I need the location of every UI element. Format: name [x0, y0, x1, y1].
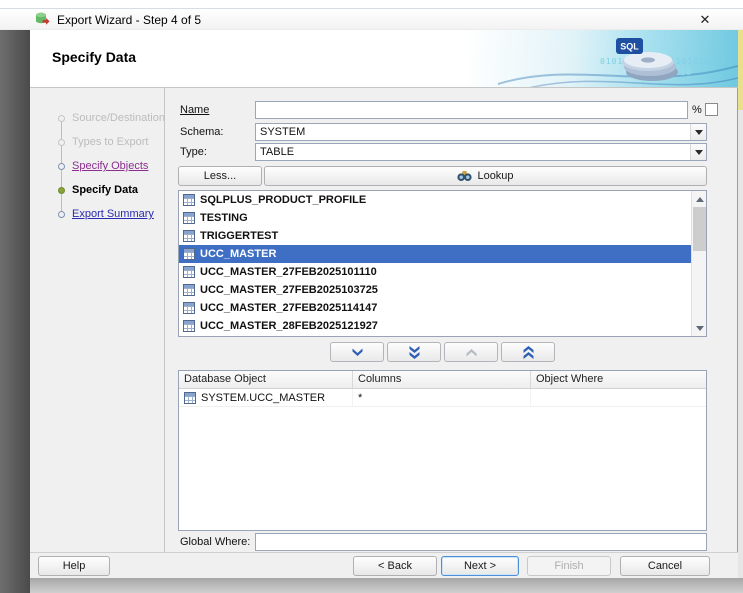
table-icon	[184, 391, 196, 404]
schema-select[interactable]: SYSTEM	[255, 123, 707, 141]
step-bullet-icon	[58, 186, 65, 194]
list-item[interactable]: TRIGGERTEST	[179, 227, 706, 245]
page-title: Specify Data	[52, 49, 137, 65]
step-bullet-icon	[58, 114, 65, 122]
global-where-label: Global Where:	[180, 536, 251, 548]
back-button[interactable]: < Back	[353, 556, 437, 576]
sidebar-item-specify-data: Specify Data	[58, 183, 138, 197]
type-select[interactable]: TABLE	[255, 143, 707, 161]
scrollbar-up-button[interactable]	[692, 191, 706, 206]
chevron-up-icon	[466, 348, 476, 356]
list-item[interactable]: SQLPLUS_PRODUCT_PROFILE	[179, 191, 706, 209]
window-title: Export Wizard - Step 4 of 5	[57, 13, 202, 27]
lookup-button[interactable]: Lookup	[264, 166, 707, 186]
list-item[interactable]: TESTING	[179, 209, 706, 227]
chevron-down-icon[interactable]	[690, 144, 706, 160]
table-icon	[183, 230, 195, 242]
table-icon	[183, 212, 195, 224]
scrollbar-thumb[interactable]	[693, 207, 706, 251]
header-banner: 0101010101010101010101 01010101010 SQL	[468, 30, 738, 87]
move-all-up-button[interactable]	[501, 342, 555, 362]
global-where-input[interactable]	[255, 533, 707, 551]
chevron-down-icon[interactable]	[690, 124, 706, 140]
next-button[interactable]: Next >	[441, 556, 519, 576]
sidebar-item-specify-objects[interactable]: Specify Objects	[58, 159, 148, 173]
list-item[interactable]: UCC_MASTER_27FEB2025114147	[179, 299, 706, 317]
column-header-object-where[interactable]: Object Where	[531, 371, 706, 388]
table-icon	[183, 284, 195, 296]
wizard-header: 0101010101010101010101 01010101010 SQL S…	[30, 30, 738, 88]
name-input[interactable]	[255, 101, 688, 119]
export-wizard-icon	[36, 12, 50, 25]
list-item[interactable]: UCC_MASTER_28FEB2025121927	[179, 317, 706, 335]
table-row[interactable]: SYSTEM.UCC_MASTER *	[179, 389, 706, 407]
background-app-bottom	[30, 578, 743, 593]
type-label: Type:	[180, 146, 207, 158]
binoculars-icon	[457, 171, 473, 181]
table-icon	[183, 194, 195, 206]
percent-label: %	[692, 104, 702, 116]
close-button[interactable]: ✕	[694, 10, 716, 30]
list-item[interactable]: UCC_MASTER_27FEB2025103725	[179, 281, 706, 299]
background-app-edge	[738, 30, 743, 578]
available-objects-list: SQLPLUS_PRODUCT_PROFILE TESTING TRIGGERT…	[178, 190, 707, 337]
finish-button: Finish	[527, 556, 611, 576]
less-button[interactable]: Less...	[178, 166, 262, 186]
move-all-down-button[interactable]	[387, 342, 441, 362]
step-bullet-icon	[58, 138, 65, 146]
selected-objects-table: Database Object Columns Object Where SYS…	[178, 370, 707, 531]
svg-text:SQL: SQL	[620, 42, 639, 52]
export-wizard-dialog: 0101010101010101010101 01010101010 SQL S…	[30, 30, 738, 578]
sidebar-item-types-to-export: Types to Export	[58, 135, 148, 149]
name-label: Name	[180, 104, 210, 116]
double-chevron-up-icon	[523, 345, 533, 359]
column-header-columns[interactable]: Columns	[353, 371, 531, 388]
wizard-steps-panel: Source/Destination Types to Export Speci…	[30, 88, 165, 552]
dialog-footer: Help < Back Next > Finish Cancel	[30, 552, 738, 578]
step-bullet-icon	[58, 210, 65, 218]
background-app-edge-yellow	[738, 30, 743, 110]
screen: Export Wizard - Step 4 of 5 ✕ 0101010101…	[0, 0, 743, 593]
table-icon	[183, 320, 195, 332]
sidebar-item-export-summary[interactable]: Export Summary	[58, 207, 154, 221]
table-icon	[183, 266, 195, 278]
table-header-row: Database Object Columns Object Where	[179, 371, 706, 389]
table-icon	[183, 248, 195, 260]
background-app-panel	[0, 30, 30, 593]
list-scrollbar[interactable]	[691, 191, 706, 336]
cancel-button[interactable]: Cancel	[620, 556, 710, 576]
step-bullet-icon	[58, 162, 65, 170]
sql-discs-logo: SQL	[616, 38, 678, 81]
help-button[interactable]: Help	[38, 556, 110, 576]
list-item[interactable]: UCC_MASTER_27FEB2025101110	[179, 263, 706, 281]
sidebar-item-source-destination: Source/Destination	[58, 111, 165, 125]
name-filter-checkbox[interactable]	[705, 103, 718, 116]
title-bar: Export Wizard - Step 4 of 5 ✕	[0, 8, 743, 30]
schema-label: Schema:	[180, 126, 224, 138]
scrollbar-down-button[interactable]	[692, 321, 706, 336]
move-up-button	[444, 342, 498, 362]
table-icon	[183, 302, 195, 314]
move-down-button[interactable]	[330, 342, 384, 362]
list-item-selected[interactable]: UCC_MASTER	[179, 245, 706, 263]
chevron-down-icon	[352, 348, 362, 356]
column-header-database-object[interactable]: Database Object	[179, 371, 353, 388]
double-chevron-down-icon	[409, 345, 419, 359]
